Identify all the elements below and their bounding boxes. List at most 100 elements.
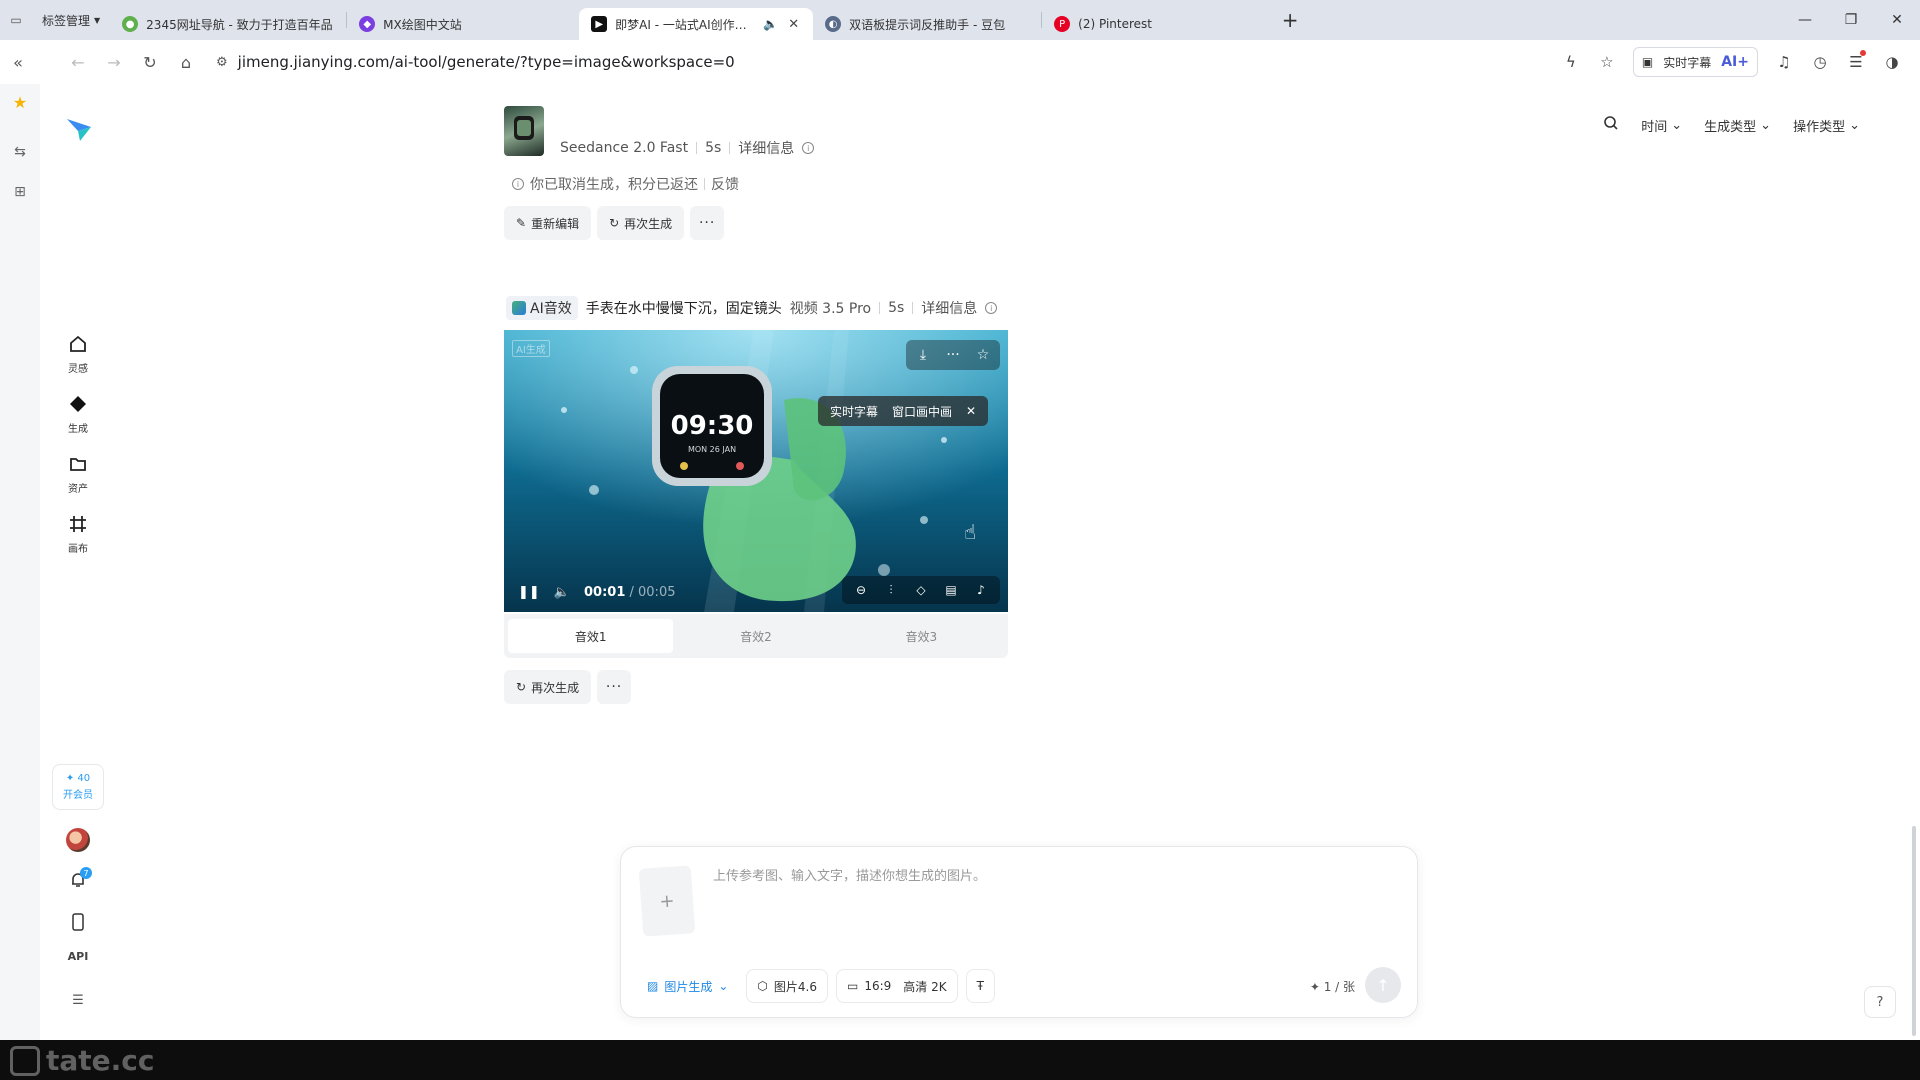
pause-icon[interactable]: ❚❚ [518, 585, 540, 600]
sidebar-toggle-icon[interactable]: ▭ [0, 6, 32, 34]
tab-2345[interactable]: ● 2345网址导航 - 致力于打造百年品 [110, 8, 346, 40]
details-link[interactable]: 详细信息 [738, 138, 794, 158]
tab-mx[interactable]: ◆ MX绘图中文站 [347, 8, 579, 40]
info-icon[interactable]: i [802, 142, 815, 154]
regenerate-button[interactable]: ↻ 再次生成 [504, 670, 592, 704]
re-edit-button[interactable]: ✎ 重新编辑 [504, 206, 592, 240]
picture-in-picture-button[interactable]: 窗口画中画 [892, 403, 952, 420]
notification-dot [1860, 50, 1866, 56]
audio-wave-icon[interactable]: ⫶ [878, 578, 904, 602]
media-control-icon[interactable]: ♫ [1768, 46, 1800, 78]
bookmark-manager-button[interactable]: 标签管理 ▼ [32, 6, 110, 34]
filter-type-label: 生成类型 [1704, 119, 1757, 135]
back-icon[interactable]: ← [60, 46, 96, 78]
favorites-star-icon[interactable]: ★ [8, 90, 32, 114]
live-caption-button[interactable]: 实时字幕 [830, 403, 878, 420]
restore-icon[interactable]: ❐ [1828, 0, 1874, 40]
browser-toolbar: ϟ ☆ ▣ 实时字幕 AI+ ♫ ◷ ☰ ◑ [1555, 40, 1920, 84]
close-window-icon[interactable]: ✕ [1874, 0, 1920, 40]
model-select[interactable]: ⬡ 图片4.6 [746, 969, 828, 1003]
tab-sfx-2[interactable]: 音效2 [673, 619, 838, 653]
url-field[interactable]: ⚙ jimeng.jianying.com/ai-tool/generate/?… [216, 53, 1536, 71]
minimize-icon[interactable]: — [1782, 0, 1828, 40]
speaker-icon[interactable]: 🔈 [763, 17, 778, 31]
tab-sfx-3[interactable]: 音效3 [839, 619, 1004, 653]
switch-icon[interactable]: ⇆ [8, 140, 32, 164]
filter-operation-type[interactable]: 操作类型 ⌄ [1793, 116, 1860, 135]
music-note-icon[interactable]: ♪ [968, 578, 994, 602]
favorite-star-icon[interactable]: ☆ [970, 342, 996, 368]
downloads-menu-icon[interactable]: ☰ [1840, 46, 1872, 78]
extensions-icon[interactable]: ◑ [1876, 46, 1908, 78]
video-player[interactable]: 09:30 MON 26 JAN AI生成 ⤓ ··· ☆ 实时字幕 窗口画中画… [504, 330, 1008, 612]
volume-icon[interactable]: 🔈 [554, 585, 570, 600]
upload-reference-button[interactable]: + [638, 865, 696, 937]
text-style-button[interactable]: Ŧ [965, 969, 995, 1003]
prompt-input[interactable]: 上传参考图、输入文字，描述你想生成的图片。 [713, 865, 986, 884]
details-link[interactable]: 详细信息 [921, 298, 977, 318]
mobile-app-icon[interactable] [66, 910, 90, 934]
ratio-quality-select[interactable]: ▭ 16:9 高清 2K [836, 969, 958, 1003]
lightning-icon[interactable]: ϟ [1555, 46, 1587, 78]
video-toolbar: ⤓ ··· ☆ [906, 340, 1000, 370]
send-button[interactable]: ↑ [1365, 967, 1401, 1003]
feedback-link[interactable]: 反馈 [711, 174, 739, 194]
nav-assets[interactable]: 资产 [48, 452, 108, 495]
jimeng-logo-icon[interactable] [64, 114, 94, 144]
tate-watermark: tate.cc [10, 1044, 155, 1077]
nav-label: 资产 [68, 484, 88, 495]
link-icon[interactable]: ⊖ [848, 578, 874, 602]
vip-button[interactable]: ✦ 40 开会员 [52, 764, 104, 810]
forward-icon[interactable]: → [96, 46, 132, 78]
tab-pinterest[interactable]: P (2) Pinterest [1042, 8, 1270, 40]
download-icon[interactable]: ⤓ [910, 342, 936, 368]
avatar[interactable] [66, 828, 90, 852]
close-tab-icon[interactable]: ✕ [786, 16, 801, 32]
nav-inspiration[interactable]: 灵感 [48, 332, 108, 375]
info-icon[interactable]: i [985, 302, 998, 314]
menu-icon[interactable]: ☰ [66, 988, 90, 1012]
diamond-outline-icon[interactable]: ◇ [908, 578, 934, 602]
more-icon[interactable]: ··· [940, 342, 966, 368]
composer-options: ▨ 图片生成 ⌄ ⬡ 图片4.6 ▭ 16:9 高清 2K Ŧ [637, 969, 995, 1003]
add-panel-icon[interactable]: ⊞ [8, 180, 32, 204]
nav-generate[interactable]: 生成 [48, 392, 108, 435]
reference-thumbnail[interactable] [504, 106, 544, 156]
tab-sfx-1[interactable]: 音效1 [508, 619, 674, 653]
subtitle-icon[interactable]: ▤ [938, 578, 964, 602]
more-icon: ··· [698, 215, 716, 231]
live-caption-button[interactable]: ▣ 实时字幕 AI+ [1632, 47, 1758, 77]
search-icon[interactable] [1603, 115, 1619, 135]
api-link[interactable]: API [56, 950, 100, 963]
mode-select[interactable]: ▨ 图片生成 ⌄ [637, 969, 738, 1003]
filter-generate-type[interactable]: 生成类型 ⌄ [1704, 116, 1771, 135]
new-tab-button[interactable]: + [1276, 6, 1304, 34]
diamond-icon [66, 392, 90, 416]
help-button[interactable]: ? [1864, 986, 1896, 1018]
bookmark-star-icon[interactable]: ☆ [1591, 46, 1623, 78]
cancel-notice: i 你已取消生成，积分已返还 反馈 [512, 174, 739, 194]
mode-label: 图片生成 [664, 979, 713, 994]
notification-button[interactable]: 7 [66, 867, 92, 894]
nav-canvas[interactable]: 画布 [48, 512, 108, 555]
more-options-button[interactable]: ··· [690, 206, 725, 240]
reload-icon[interactable]: ↻ [132, 46, 168, 78]
home-icon[interactable]: ⌂ [168, 46, 204, 78]
tab-title: MX绘图中文站 [383, 17, 462, 32]
ai-plus-label: AI+ [1721, 54, 1749, 70]
close-icon[interactable]: ✕ [966, 404, 976, 418]
folder-icon [66, 452, 90, 476]
tab-jimeng[interactable]: ▶ 即梦AI - 一站式AI创作平台 🔈 ✕ [579, 8, 814, 40]
site-settings-icon[interactable]: ⚙ [216, 55, 228, 70]
divider [879, 302, 881, 314]
scrollbar[interactable] [1912, 826, 1916, 1036]
collapse-sidebar-icon[interactable]: « [0, 46, 36, 78]
more-options-button[interactable]: ··· [597, 670, 632, 704]
plus-icon: + [658, 889, 676, 913]
history-icon[interactable]: ◷ [1804, 46, 1836, 78]
divider [704, 178, 705, 190]
filter-time[interactable]: 时间 ⌄ [1641, 116, 1682, 135]
regenerate-button[interactable]: ↻ 再次生成 [597, 206, 685, 240]
re-edit-label: 重新编辑 [531, 216, 580, 231]
tab-doubao[interactable]: ◐ 双语板提示词反推助手 - 豆包 [813, 8, 1041, 40]
